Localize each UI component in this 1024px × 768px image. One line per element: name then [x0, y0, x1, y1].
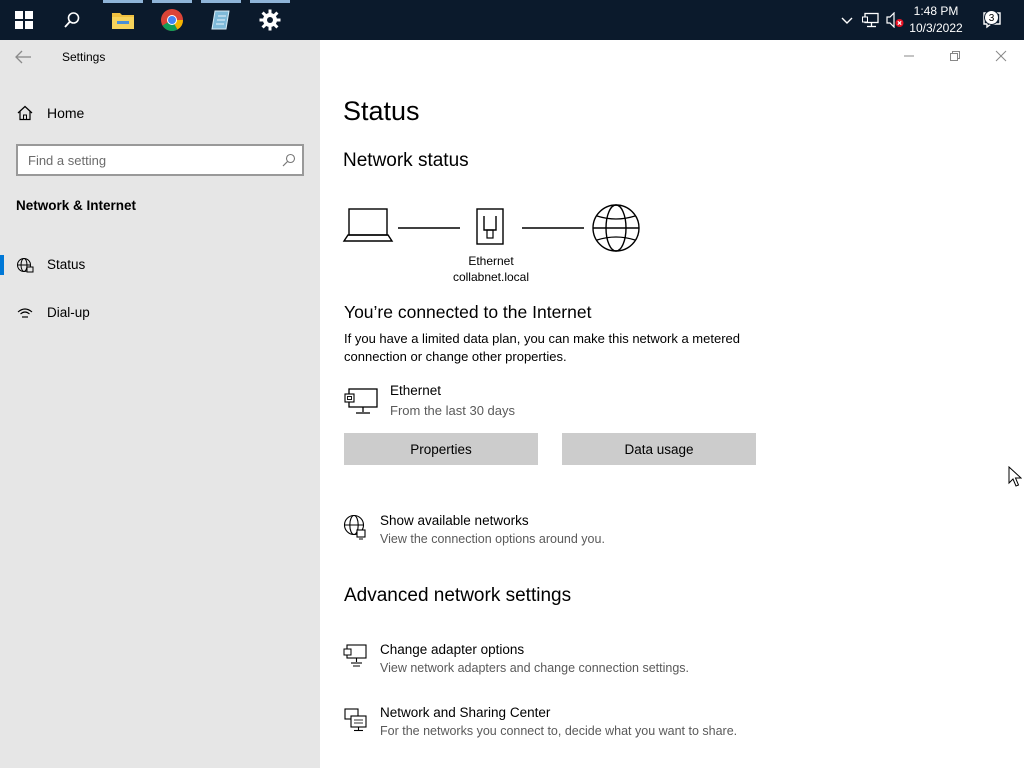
sidebar-item-label: Status — [47, 257, 86, 272]
diagram-adapter-label: Ethernet — [468, 254, 514, 268]
network-tray-icon — [862, 12, 879, 28]
mouse-cursor-icon — [1008, 466, 1022, 487]
close-button[interactable] — [978, 40, 1024, 72]
close-icon — [995, 50, 1007, 62]
chrome-icon — [161, 9, 183, 31]
minimize-button[interactable] — [886, 40, 932, 72]
window-title: Settings — [62, 50, 106, 64]
settings-app-button[interactable] — [246, 0, 294, 40]
search-box — [16, 144, 304, 176]
network-adapter-icon — [343, 644, 367, 667]
clock-time: 1:48 PM — [913, 4, 959, 18]
action-center-button[interactable]: 3 — [970, 0, 1014, 40]
notepad-icon — [211, 10, 230, 30]
sharing-center-link[interactable]: Network and Sharing Center — [380, 705, 550, 720]
connected-description: If you have a limited data plan, you can… — [344, 331, 740, 364]
dialup-icon — [17, 308, 33, 318]
search-button[interactable] — [48, 0, 96, 40]
globe-icon — [17, 258, 34, 273]
selection-indicator — [0, 255, 4, 275]
notification-count-badge: 3 — [984, 10, 999, 25]
back-arrow-icon — [15, 50, 31, 64]
ethernet-computer-icon — [344, 388, 378, 414]
restore-icon — [950, 51, 960, 61]
chevron-up-icon — [841, 17, 853, 24]
gear-icon — [259, 9, 281, 31]
change-adapter-options-link[interactable]: Change adapter options — [380, 642, 524, 657]
laptop-icon — [342, 208, 394, 242]
chrome-button[interactable] — [148, 0, 196, 40]
home-icon — [17, 105, 33, 121]
sidebar-section-title: Network & Internet — [16, 198, 137, 213]
search-input[interactable] — [18, 146, 278, 174]
notepad-button[interactable] — [197, 0, 245, 40]
restore-button[interactable] — [932, 40, 978, 72]
sidebar-item-home[interactable]: Home — [0, 96, 320, 130]
internet-globe-icon — [592, 204, 640, 252]
connection-name: Ethernet — [390, 383, 442, 398]
sidebar-item-dial-up[interactable]: Dial-up — [0, 293, 320, 333]
show-hidden-icons[interactable] — [840, 12, 854, 28]
show-networks-description: View the connection options around you. — [380, 532, 605, 546]
network-diagram — [342, 204, 640, 252]
connected-heading: You’re connected to the Internet — [344, 302, 592, 322]
page-title: Status — [343, 96, 420, 126]
ethernet-port-icon — [476, 208, 504, 245]
sidebar: Settings Home Network & Internet Status — [0, 40, 320, 768]
back-button[interactable] — [15, 49, 33, 65]
show-networks-link[interactable]: Show available networks — [380, 513, 529, 528]
sharing-center-icon — [344, 708, 367, 732]
connection-usage-period: From the last 30 days — [390, 403, 515, 418]
network-status-heading: Network status — [343, 150, 469, 171]
search-icon — [64, 12, 80, 28]
folder-icon — [112, 13, 134, 29]
file-explorer-button[interactable] — [99, 0, 147, 40]
diagram-network-label: collabnet.local — [452, 270, 530, 284]
clock[interactable]: 1:48 PM 10/3/2022 — [904, 3, 968, 37]
data-usage-button[interactable]: Data usage — [562, 433, 756, 465]
minimize-icon — [904, 55, 914, 57]
sidebar-item-status[interactable]: Status — [0, 245, 320, 285]
network-tray[interactable] — [862, 12, 880, 28]
properties-button[interactable]: Properties — [344, 433, 538, 465]
change-adapter-options-description: View network adapters and change connect… — [380, 661, 689, 675]
clock-date: 10/3/2022 — [909, 21, 963, 35]
globe-icon — [343, 514, 366, 540]
windows-logo-icon — [15, 11, 33, 29]
sharing-center-description: For the networks you connect to, decide … — [380, 724, 738, 738]
volume-muted-icon — [886, 12, 904, 28]
sidebar-home-label: Home — [47, 105, 85, 121]
sidebar-item-label: Dial-up — [47, 305, 90, 320]
volume-tray[interactable] — [886, 12, 904, 28]
taskbar: 1:48 PM 10/3/2022 3 — [0, 0, 1024, 40]
search-icon — [282, 153, 296, 167]
start-button[interactable] — [0, 0, 48, 40]
advanced-settings-heading: Advanced network settings — [344, 585, 572, 606]
